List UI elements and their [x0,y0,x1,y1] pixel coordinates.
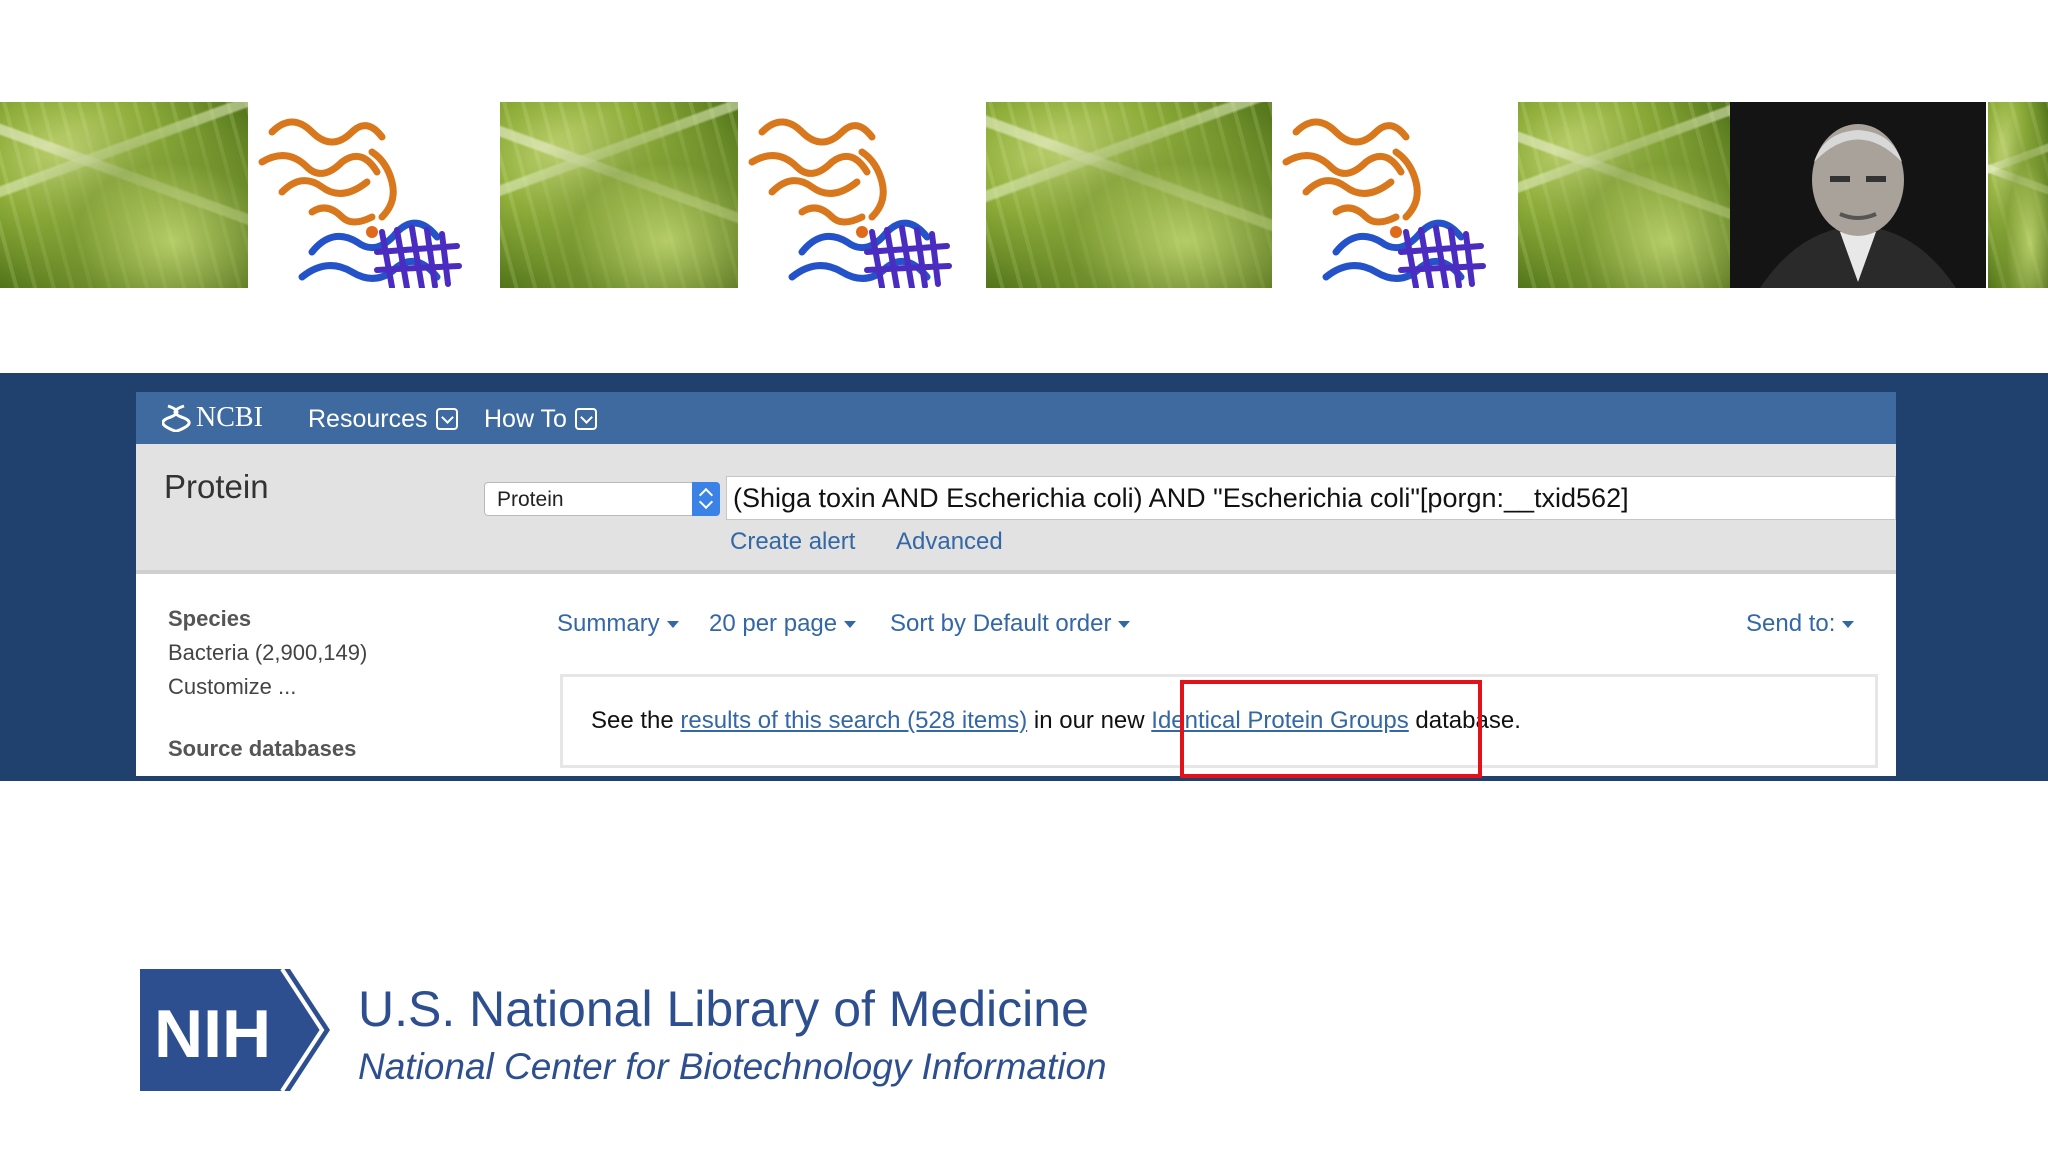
lettuce-photo [500,102,738,288]
customize-filter-link[interactable]: Customize ... [168,674,468,700]
ncbi-logo-text: NCBI [196,402,263,433]
ncbi-logo[interactable]: NCBI [162,402,263,434]
advanced-search-link[interactable]: Advanced [896,528,1003,556]
ncbi-helix-icon [162,404,191,432]
protein-structure-image [252,102,490,288]
per-page-dropdown[interactable]: 20 per page [709,610,857,638]
ncbi-protein-page: NCBI Resources How To Protein Protein (S… [136,392,1896,776]
create-alert-link[interactable]: Create alert [730,528,855,556]
source-databases-heading: Source databases [168,736,357,761]
portrait-photo [1730,102,1986,288]
nlm-title: U.S. National Library of Medicine [358,981,1089,1037]
notice-prefix: See the [591,707,681,734]
ncbi-header: NCBI Resources How To [136,392,1896,444]
per-page-label: 20 per page [709,610,838,637]
send-to-label: Send to: [1746,610,1836,637]
nih-logo: NIH [140,969,330,1091]
caret-down-icon [1842,621,1855,628]
select-arrows-icon [692,482,720,516]
caret-down-icon [1118,621,1131,628]
chevron-down-icon [435,408,458,430]
search-input[interactable]: (Shiga toxin AND Escherichia coli) AND "… [726,476,1896,520]
sort-dropdown[interactable]: Sort by Default order [890,610,1131,638]
caret-down-icon [666,621,679,628]
how-to-menu-label: How To [484,405,567,433]
format-summary-label: Summary [557,610,660,637]
search-results-link[interactable]: results of this search (528 items) [680,707,1027,734]
highlight-box [1180,680,1482,778]
lettuce-photo [1518,102,1730,288]
species-filter-bacteria[interactable]: Bacteria (2,900,149) [168,640,468,666]
database-select[interactable]: Protein [484,482,720,516]
image-strip [0,102,2048,302]
sort-label: Sort by Default order [890,610,1112,637]
filter-sidebar: Species Bacteria (2,900,149) Customize .… [168,606,468,700]
chevron-down-icon [574,408,597,430]
search-area: Protein Protein (Shiga toxin AND Escheri… [136,444,1896,574]
send-to-dropdown[interactable]: Send to: [1746,610,1855,638]
protein-structure-image [1276,102,1514,288]
how-to-menu[interactable]: How To [484,405,597,434]
resources-menu-label: Resources [308,405,428,433]
lettuce-photo [0,102,248,288]
database-title: Protein [164,468,269,505]
format-summary-dropdown[interactable]: Summary [557,610,679,638]
ncbi-subtitle: National Center for Biotechnology Inform… [358,1046,1107,1087]
slide: NCBI Resources How To Protein Protein (S… [0,0,2048,1152]
lettuce-photo [1988,102,2048,288]
lettuce-photo [986,102,1272,288]
resources-menu[interactable]: Resources [308,405,458,434]
species-heading: Species [168,606,252,631]
caret-down-icon [844,621,857,628]
notice-middle: in our new [1027,707,1152,734]
database-select-value: Protein [497,488,564,511]
nih-badge-text: NIH [154,996,271,1072]
protein-structure-image [742,102,980,288]
